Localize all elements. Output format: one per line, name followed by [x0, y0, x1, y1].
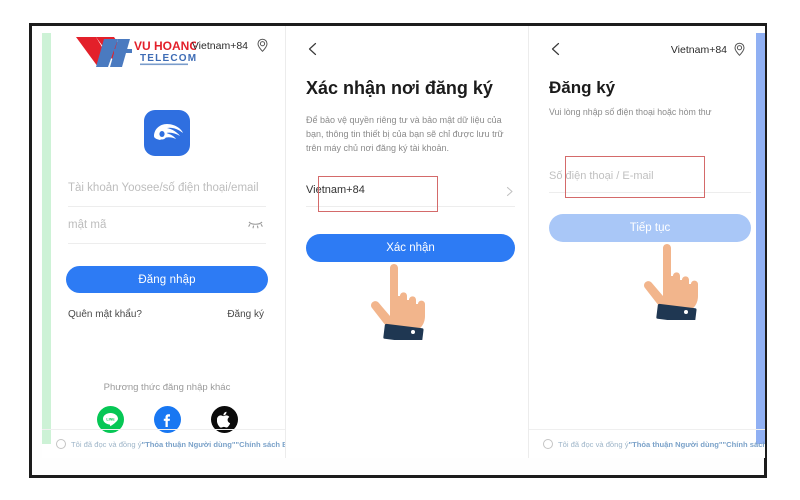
login-locale-label[interactable]: Vietnam+84 [192, 40, 248, 52]
panel-confirm-region: Xác nhận nơi đăng ký Để bảo vệ quyền riê… [285, 26, 529, 458]
terms-prefix: Tôi đã đọc và đồng ý [71, 439, 142, 449]
password-input-placeholder: mật mã [68, 219, 107, 231]
blue-edge-strip [756, 33, 765, 444]
account-input-placeholder: Tài khoản Yoosee/số điện thoại/email [68, 182, 259, 194]
app-screens-stage: VU HOANG TELECOM Vietnam+84 Tài khoản Yo… [32, 26, 765, 475]
panel-login: VU HOANG TELECOM Vietnam+84 Tài khoản Yo… [42, 26, 292, 458]
pointing-hand-cursor [364, 264, 430, 344]
svg-text:TELECOM: TELECOM [140, 53, 196, 64]
terms-radio[interactable] [56, 439, 66, 449]
account-input[interactable]: Tài khoản Yoosee/số điện thoại/email [68, 174, 266, 207]
user-agreement-link[interactable]: "Thỏa thuận Người dùng" [629, 440, 723, 449]
register-page-description: Vui lòng nhập số điện thoại hoặc hòm thư [549, 107, 712, 117]
phone-email-highlight-box [565, 156, 705, 198]
continue-button-label: Tiếp tục [629, 222, 671, 234]
user-agreement-link[interactable]: "Thỏa thuận Người dùng" [142, 440, 236, 449]
terms-text: Tôi đã đọc và đồng ý"Thỏa thuận Người dù… [71, 440, 292, 449]
eye-closed-icon[interactable] [247, 217, 264, 230]
panel-register: Vietnam+84 Đăng ký Vui lòng nhập số điện… [528, 26, 765, 458]
chevron-right-icon [504, 184, 515, 197]
confirm-button-label: Xác nhận [386, 242, 435, 254]
register-link[interactable]: Đăng ký [227, 309, 264, 320]
vu-hoang-telecom-logo: VU HOANG TELECOM [74, 35, 196, 69]
register-locale-label[interactable]: Vietnam+84 [671, 44, 727, 56]
confirm-page-title: Xác nhận nơi đăng ký [306, 78, 493, 98]
login-links-row: Quên mật khẩu? Đăng ký [68, 309, 266, 325]
confirm-button[interactable]: Xác nhận [306, 234, 515, 262]
other-login-methods-label: Phương thức đăng nhập khác [103, 382, 231, 393]
register-page-title: Đăng ký [549, 78, 616, 97]
back-chevron-icon[interactable] [549, 42, 563, 56]
location-pin-icon[interactable] [255, 38, 270, 53]
region-select-highlight-box [318, 176, 438, 212]
login-button-label: Đăng nhập [138, 273, 196, 286]
back-chevron-icon[interactable] [306, 42, 320, 56]
password-input[interactable]: mật mã [68, 211, 266, 244]
privacy-policy-link[interactable]: "Chính sách Bảo mật" [236, 440, 292, 449]
yoosee-app-icon [144, 110, 190, 156]
login-terms-bar: Tôi đã đọc và đồng ý"Thỏa thuận Người dù… [42, 429, 292, 458]
login-header: VU HOANG TELECOM Vietnam+84 [42, 26, 292, 74]
register-terms-bar: Tôi đã đọc và đồng ý"Thỏa thuận Người dù… [529, 429, 765, 458]
terms-prefix: Tôi đã đọc và đồng ý [558, 439, 629, 449]
terms-radio[interactable] [543, 439, 553, 449]
svg-text:VU HOANG: VU HOANG [134, 39, 196, 53]
login-button[interactable]: Đăng nhập [66, 266, 268, 293]
confirm-page-description: Để bảo vệ quyền riêng tư và bảo mật dữ l… [306, 115, 504, 153]
location-pin-icon[interactable] [732, 42, 747, 57]
svg-text:LINE: LINE [106, 418, 115, 422]
privacy-policy-link[interactable]: "Chính sách Bảo mậ [723, 440, 765, 449]
continue-button[interactable]: Tiếp tục [549, 214, 751, 242]
pointing-hand-cursor [637, 244, 703, 324]
terms-text: Tôi đã đọc và đồng ý"Thỏa thuận Người dù… [558, 440, 765, 449]
forgot-password-link[interactable]: Quên mật khẩu? [68, 309, 142, 320]
